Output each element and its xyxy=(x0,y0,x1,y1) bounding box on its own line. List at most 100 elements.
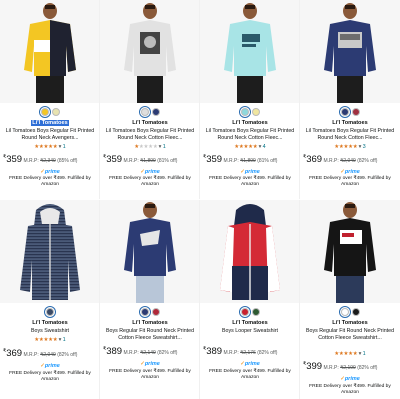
star-rating-icon: ★★★★★ ▾ xyxy=(34,144,62,150)
product-title[interactable]: Boys Looper Sweatshirt xyxy=(203,328,297,335)
price-line: ₹369 M.R.P: ₹2,049 (82% off) xyxy=(303,154,378,165)
product-image[interactable] xyxy=(0,200,99,303)
price-line: ₹359 M.R.P: ₹1,899 (81% off) xyxy=(203,154,278,165)
product-image[interactable] xyxy=(0,0,99,103)
star-rating-icon: ★★★★★ ▾ xyxy=(334,144,362,150)
color-swatch[interactable] xyxy=(140,108,149,116)
mrp: ₹2,176 xyxy=(240,350,256,356)
rating-count[interactable]: 1 xyxy=(63,337,66,343)
color-swatch[interactable] xyxy=(40,108,49,116)
product-card[interactable]: Li'l Tomatoes Boys Looper Sweatshirt ₹38… xyxy=(200,200,300,399)
color-swatch[interactable] xyxy=(251,308,260,316)
color-swatch[interactable] xyxy=(340,108,349,116)
color-swatch[interactable] xyxy=(351,108,360,116)
delivery-info: FREE Delivery over ₹499. Fulfilled by Am… xyxy=(309,176,391,188)
brand-name[interactable]: Li'l Tomatoes xyxy=(200,320,299,326)
rating[interactable]: ★★★★★ ▾ 1 xyxy=(0,337,99,343)
brand-name[interactable]: Li'l Tomatoes xyxy=(300,320,400,326)
prime-badge: ✓prime xyxy=(140,361,160,367)
aqua-sweatshirt-icon xyxy=(200,0,299,103)
delivery-info: FREE Delivery over ₹499. Fulfilled by Am… xyxy=(109,176,191,188)
discount: (82% off) xyxy=(257,350,278,356)
product-card[interactable]: Li'l Tomatoes Boys Regular Fit Round Nec… xyxy=(300,200,400,399)
color-swatch[interactable] xyxy=(340,308,349,316)
product-image[interactable] xyxy=(200,200,299,303)
brand-name[interactable]: Li'l Tomatoes xyxy=(100,120,199,126)
price[interactable]: 369 xyxy=(306,154,322,165)
product-title[interactable]: Lil Tomatoes Boys Regular Fit Printed Ro… xyxy=(303,128,397,142)
navy-print-sweatshirt-icon xyxy=(300,0,400,103)
delivery-info: FREE Delivery over ₹499. Fulfilled by Am… xyxy=(9,371,91,383)
discount: (82% off) xyxy=(357,365,378,371)
product-card[interactable]: Li'l Tomatoes Lil Tomatoes Boys Regular … xyxy=(300,0,400,199)
mrp: ₹2,049 xyxy=(40,352,56,358)
color-swatches xyxy=(100,308,199,316)
product-image[interactable] xyxy=(300,0,400,103)
grey-print-sweatshirt-icon xyxy=(100,0,199,103)
prime-badge: ✓prime xyxy=(40,169,60,175)
product-card[interactable]: Li'l Tomatoes Lil Tomatoes Boys Regular … xyxy=(0,0,100,199)
prime-badge: ✓prime xyxy=(240,361,260,367)
rating-count[interactable]: 1 xyxy=(63,144,66,150)
price-line: ₹359 M.R.P: ₹1,899 (81% off) xyxy=(103,154,178,165)
product-image[interactable] xyxy=(100,200,199,303)
price[interactable]: 359 xyxy=(206,154,222,165)
product-title[interactable]: Lil Tomatoes Boys Regular Fit Printed Ro… xyxy=(203,128,297,142)
product-title[interactable]: Boys Regular Fit Round Neck Printed Cott… xyxy=(303,328,397,342)
color-swatch[interactable] xyxy=(351,308,360,316)
price[interactable]: 359 xyxy=(6,154,22,165)
product-title[interactable]: Boys Sweatshirt xyxy=(3,328,97,335)
discount: (85% off) xyxy=(57,158,78,164)
color-swatch[interactable] xyxy=(51,108,60,116)
product-card[interactable]: Li'l Tomatoes Boys Regular Fit Round Nec… xyxy=(100,200,200,399)
discount: (82% off) xyxy=(57,352,78,358)
prime-badge: ✓prime xyxy=(140,169,160,175)
price[interactable]: 359 xyxy=(106,154,122,165)
color-swatch[interactable] xyxy=(240,108,249,116)
rating-count[interactable]: 1 xyxy=(363,351,366,357)
color-swatch[interactable] xyxy=(140,308,149,316)
product-card[interactable]: Li'l Tomatoes Lil Tomatoes Boys Regular … xyxy=(200,0,300,199)
rating-count[interactable]: 3 xyxy=(363,144,366,150)
delivery-info: FREE Delivery over ₹499. Fulfilled by Am… xyxy=(209,369,291,381)
star-rating-icon: ★★★★★ ▾ xyxy=(334,351,362,357)
price[interactable]: 389 xyxy=(106,346,122,357)
color-swatch[interactable] xyxy=(151,108,160,116)
price[interactable]: 389 xyxy=(206,346,222,357)
product-image[interactable] xyxy=(200,0,299,103)
color-swatches xyxy=(200,108,299,116)
delivery-info: FREE Delivery over ₹499. Fulfilled by Am… xyxy=(9,176,91,188)
star-rating-icon: ★★★★★ ▾ xyxy=(134,144,162,150)
brand-name[interactable]: Li'l Tomatoes xyxy=(200,120,299,126)
mrp: ₹1,899 xyxy=(140,158,156,164)
product-image[interactable] xyxy=(300,200,400,303)
brand-name[interactable]: Li'l Tomatoes xyxy=(100,320,199,326)
product-image[interactable] xyxy=(100,0,199,103)
striped-zip-hoodie-icon xyxy=(0,200,99,303)
price-line: ₹399 M.R.P: ₹2,199 (82% off) xyxy=(303,361,378,372)
price[interactable]: 369 xyxy=(6,348,22,359)
product-title[interactable]: Lil Tomatoes Boys Regular Fit Printed Ro… xyxy=(103,128,197,142)
delivery-info: FREE Delivery over ₹499. Fulfilled by Am… xyxy=(309,384,391,396)
rating[interactable]: ★★★★★ ▾ 1 xyxy=(300,351,400,357)
rating[interactable]: ★★★★★ ▾ 1 xyxy=(100,144,199,150)
product-card[interactable]: Li'l Tomatoes Boys Sweatshirt ★★★★★ ▾ 1 … xyxy=(0,200,100,399)
product-card[interactable]: Li'l Tomatoes Lil Tomatoes Boys Regular … xyxy=(100,0,200,199)
rating-count[interactable]: 4 xyxy=(263,144,266,150)
brand-name[interactable]: Li'l Tomatoes xyxy=(0,120,99,126)
brand-name[interactable]: Li'l Tomatoes xyxy=(0,320,99,326)
color-swatch[interactable] xyxy=(240,308,249,316)
rating[interactable]: ★★★★★ ▾ 1 xyxy=(0,144,99,150)
brand-name[interactable]: Li'l Tomatoes xyxy=(300,120,400,126)
price[interactable]: 399 xyxy=(306,361,322,372)
color-swatch[interactable] xyxy=(151,308,160,316)
color-swatch[interactable] xyxy=(46,308,54,316)
color-swatch[interactable] xyxy=(251,108,260,116)
rating-count[interactable]: 1 xyxy=(163,144,166,150)
product-title[interactable]: Lil Tomatoes Boys Regular Fit Printed Ro… xyxy=(3,128,97,142)
color-swatches xyxy=(0,108,99,116)
product-title[interactable]: Boys Regular Fit Round Neck Printed Cott… xyxy=(103,328,197,342)
mrp: ₹2,349 xyxy=(40,158,56,164)
rating[interactable]: ★★★★★ ▾ 4 xyxy=(200,144,299,150)
rating[interactable]: ★★★★★ ▾ 3 xyxy=(300,144,400,150)
